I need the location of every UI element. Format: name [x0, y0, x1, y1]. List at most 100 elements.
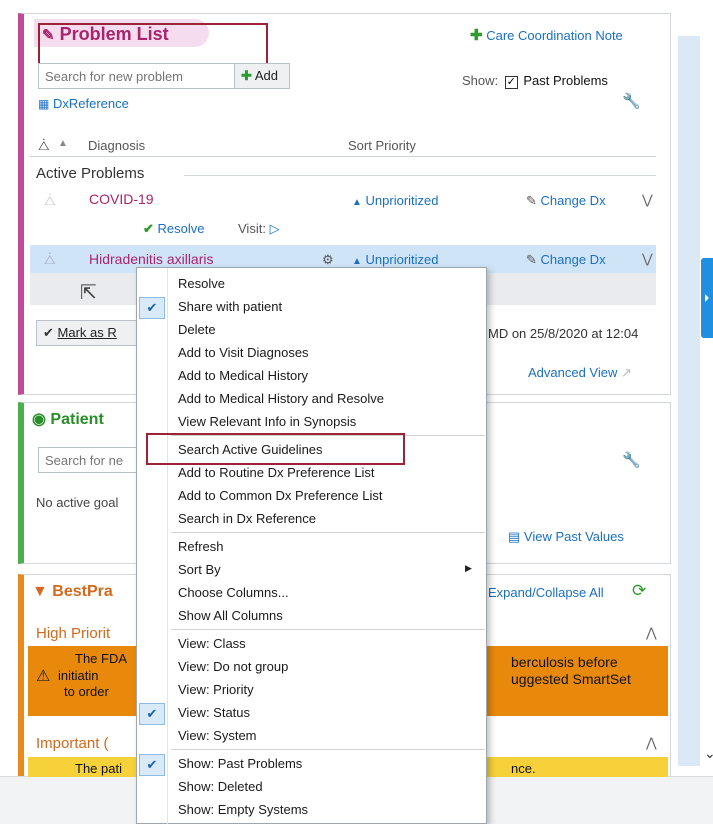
sort-arrow-icon: ▲	[352, 197, 362, 208]
pencil-icon: ✎	[526, 193, 537, 208]
alert-text: The pati	[75, 761, 122, 776]
menu-item-add-to-visit-diagnoses[interactable]: Add to Visit Diagnoses	[178, 342, 309, 364]
expand-collapse-all-link[interactable]: Expand/Collapse All	[488, 585, 604, 600]
menu-item-choose-columns[interactable]: Choose Columns...	[178, 582, 289, 604]
chevron-down-icon[interactable]: ⋁	[642, 192, 653, 208]
menu-item-refresh[interactable]: Refresh	[178, 536, 224, 558]
title-highlight-box	[38, 23, 268, 68]
mark-as-reviewed-button[interactable]: ✔ Mark as R	[36, 320, 140, 346]
plus-icon: ✚	[470, 27, 483, 44]
high-priority-header[interactable]: High Priorit	[36, 625, 110, 642]
menu-item-add-to-medical-history[interactable]: Add to Medical History	[178, 365, 308, 387]
pencil-icon: ✎	[526, 252, 537, 267]
menu-item-sort-by[interactable]: Sort By	[178, 559, 221, 581]
chevron-up-icon[interactable]: ⋀	[646, 735, 657, 751]
menu-item-show-past-problems[interactable]: Show: Past Problems	[178, 753, 302, 775]
menu-item-search-in-dx-reference[interactable]: Search in Dx Reference	[178, 508, 316, 530]
checkmark-icon: ✔	[139, 297, 165, 319]
goals-search-input[interactable]	[38, 447, 148, 473]
menu-item-view-system[interactable]: View: System	[178, 725, 257, 747]
cursor-icon: ⇱	[80, 282, 97, 304]
no-goals-text: No active goal	[36, 495, 119, 510]
wrench-icon[interactable]: 🔧	[622, 92, 641, 110]
menu-item-view-relevant-info[interactable]: View Relevant Info in Synopsis	[178, 411, 356, 433]
checkbox-checked-icon[interactable]: ✓	[504, 76, 518, 89]
checkmark-icon: ✔	[139, 754, 165, 776]
menu-item-add-to-common-dx-preference-list[interactable]: Add to Common Dx Preference List	[178, 485, 382, 507]
menu-item-show-empty-systems[interactable]: Show: Empty Systems	[178, 799, 308, 821]
menu-separator	[171, 749, 485, 750]
menu-item-view-priority[interactable]: View: Priority	[178, 679, 254, 701]
column-header-divider	[30, 156, 656, 157]
funnel-icon: ▼	[32, 583, 48, 600]
pin-icon[interactable]: ⧊	[38, 138, 50, 154]
warning-icon: ⚠	[36, 668, 51, 685]
priority-unprioritized[interactable]: ▲ Unprioritized	[352, 252, 439, 267]
gears-icon[interactable]: ⚙	[322, 252, 334, 268]
document-icon: ▤	[508, 529, 521, 544]
pin-icon[interactable]: ⧊	[44, 193, 56, 209]
advanced-view-link[interactable]: Advanced View ↗	[528, 365, 632, 381]
menu-item-view-class[interactable]: View: Class	[178, 633, 246, 655]
wrench-icon[interactable]: 🔧	[622, 451, 641, 469]
menu-gutter	[167, 268, 168, 824]
expand-panel-tab[interactable]	[701, 258, 713, 338]
visit-icon: ▷	[269, 221, 280, 236]
care-coordination-note-link[interactable]: ✚ Care Coordination Note	[470, 26, 623, 44]
sort-arrow-icon: ▲	[352, 256, 362, 267]
dx-reference-icon: ▦	[38, 97, 50, 111]
alert-text: berculosis before	[511, 654, 618, 670]
diagnosis-hidradenitis-axillaris[interactable]: Hidradenitis axillaris	[89, 251, 214, 267]
menu-item-delete[interactable]: Delete	[178, 319, 216, 341]
context-menu: Resolve ✔ Share with patient Delete Add …	[136, 267, 487, 824]
external-link-icon: ↗	[621, 365, 632, 380]
alert-text: initiatin	[58, 668, 99, 683]
last-reviewed-text: MD on 25/8/2020 at 12:04	[488, 326, 639, 341]
alert-text: uggested SmartSet	[511, 671, 631, 687]
checkmark-icon: ✔	[139, 703, 165, 725]
menu-highlight-box	[146, 433, 405, 465]
add-problem-button[interactable]: ✚ Add	[234, 63, 290, 89]
alert-text: nce.	[511, 761, 536, 776]
section-divider	[184, 175, 656, 176]
menu-item-share-with-patient[interactable]: Share with patient	[178, 296, 282, 318]
diagnosis-covid-19[interactable]: COVID-19	[89, 191, 154, 207]
plus-icon: ✚	[241, 68, 252, 83]
section-title: ◉ Patient	[32, 411, 104, 428]
resolve-button[interactable]: ✔ Resolve	[143, 221, 205, 237]
right-side-panel	[678, 36, 700, 766]
column-header-sort-priority[interactable]: Sort Priority	[348, 138, 416, 153]
chevron-down-icon[interactable]: ⌄	[704, 745, 713, 762]
menu-item-add-to-medical-history-and-resolve[interactable]: Add to Medical History and Resolve	[178, 388, 384, 410]
refresh-icon[interactable]: ⟳	[632, 581, 646, 601]
menu-item-show-deleted[interactable]: Show: Deleted	[178, 776, 263, 798]
show-filter: Show: ✓ Past Problems	[462, 73, 608, 89]
problem-search-input[interactable]	[38, 63, 235, 89]
menu-item-show-all-columns[interactable]: Show All Columns	[178, 605, 283, 627]
menu-item-add-to-routine-dx-preference-list[interactable]: Add to Routine Dx Preference List	[178, 462, 375, 484]
change-dx-button[interactable]: ✎ Change Dx	[526, 193, 606, 209]
column-header-diagnosis[interactable]: Diagnosis	[88, 138, 145, 153]
section-title: ▼ BestPra	[32, 583, 113, 600]
change-dx-button[interactable]: ✎ Change Dx	[526, 252, 606, 268]
submenu-arrow-icon: ▶	[465, 563, 472, 573]
sort-arrow-icon[interactable]: ▲	[58, 138, 68, 149]
checkmark-icon: ✔	[43, 325, 54, 340]
section-active-problems: Active Problems	[36, 165, 145, 182]
pin-icon[interactable]: ⧊	[44, 252, 56, 268]
menu-item-resolve[interactable]: Resolve	[178, 273, 225, 295]
important-header[interactable]: Important (	[36, 735, 109, 752]
dx-reference-link[interactable]: ▦ DxReference	[38, 96, 129, 111]
menu-item-view-status[interactable]: View: Status	[178, 702, 250, 724]
chevron-up-icon[interactable]: ⋀	[646, 625, 657, 641]
target-icon: ◉	[32, 411, 46, 428]
priority-unprioritized[interactable]: ▲ Unprioritized	[352, 193, 439, 208]
menu-separator	[171, 532, 485, 533]
chevron-down-icon[interactable]: ⋁	[642, 251, 653, 267]
menu-item-view-do-not-group[interactable]: View: Do not group	[178, 656, 288, 678]
view-past-values-link[interactable]: ▤ View Past Values	[508, 529, 624, 545]
visit-link[interactable]: Visit: ▷	[238, 221, 280, 237]
alert-text: to order	[64, 684, 109, 699]
alert-text: The FDA	[75, 651, 128, 666]
menu-separator	[171, 629, 485, 630]
